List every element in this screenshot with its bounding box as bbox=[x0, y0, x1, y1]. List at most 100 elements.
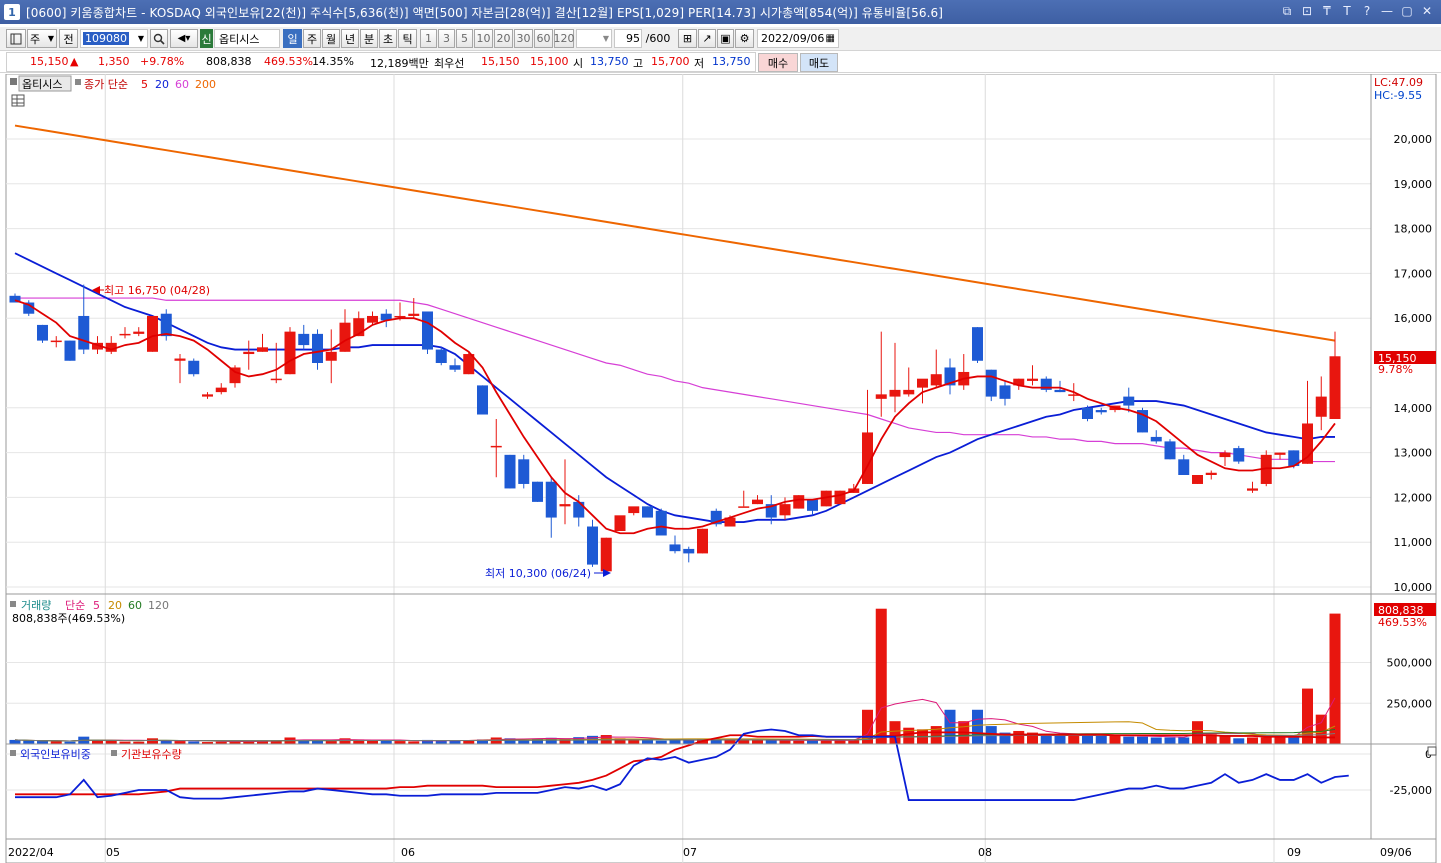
search-icon[interactable] bbox=[150, 29, 168, 48]
date-input[interactable]: 2022/09/06 ▦ bbox=[757, 29, 839, 48]
candle-body bbox=[119, 333, 131, 336]
candle-body bbox=[518, 459, 530, 484]
candle-body bbox=[655, 510, 667, 536]
turnover-percent: 14.35% bbox=[312, 55, 354, 68]
toolbar: 주 ▼ 전 109080 ▼ ◀▾ 신 옵티시스 일 주 월 년 분 초 틱 1… bbox=[0, 27, 1441, 51]
draw-line-icon[interactable]: ↗ bbox=[698, 29, 716, 48]
candle-body bbox=[628, 506, 640, 514]
indicator-badge[interactable]: 신 bbox=[200, 29, 213, 48]
minimize-icon[interactable]: — bbox=[1379, 3, 1395, 19]
price-axis-label: 16,000 bbox=[1394, 312, 1433, 325]
save-icon[interactable]: ▣ bbox=[717, 29, 734, 48]
candle-body bbox=[64, 340, 76, 361]
volume-bar bbox=[820, 740, 832, 744]
window-title: [0600] 키움종합차트 - KOSDAQ 외국인보유[22(천)] 주식수[… bbox=[26, 5, 944, 20]
minute-unit-60[interactable]: 60 bbox=[534, 29, 553, 48]
candle-body bbox=[50, 340, 62, 343]
candle-body bbox=[1095, 410, 1107, 413]
volume-bar bbox=[642, 740, 653, 744]
close-icon[interactable]: ✕ bbox=[1419, 3, 1435, 19]
candle-body bbox=[1219, 452, 1231, 458]
period-day[interactable]: 일 bbox=[283, 29, 302, 48]
candle-body bbox=[532, 481, 543, 502]
price-axis-label: 17,000 bbox=[1394, 267, 1433, 280]
period-minute[interactable]: 분 bbox=[360, 29, 378, 48]
candle-body bbox=[999, 385, 1011, 399]
link-window-icon[interactable]: ⧉ bbox=[1279, 3, 1295, 19]
buy-button[interactable]: 매수 bbox=[758, 53, 798, 72]
minute-unit-120[interactable]: 120 bbox=[554, 29, 575, 48]
volume-marker-icon bbox=[10, 601, 16, 607]
price-axis-label: 18,000 bbox=[1394, 223, 1433, 236]
price-axis-label: 19,000 bbox=[1394, 178, 1433, 191]
minute-unit-30[interactable]: 30 bbox=[514, 29, 533, 48]
ma200-legend: 200 bbox=[195, 78, 216, 91]
panel-marker-icon bbox=[10, 78, 17, 85]
period-second[interactable]: 초 bbox=[379, 29, 397, 48]
minute-unit-20[interactable]: 20 bbox=[494, 29, 513, 48]
gear-glyph-icon: ⚙ bbox=[739, 32, 750, 45]
title-bar: 1 [0600] 키움종합차트 - KOSDAQ 외국인보유[22(천)] 주식… bbox=[0, 0, 1441, 24]
ma-legend-label: 종가 단순 bbox=[84, 78, 128, 91]
volume-bar bbox=[1233, 738, 1245, 744]
candle-body bbox=[985, 369, 997, 397]
crosshair-glyph-icon: ⊞ bbox=[682, 32, 693, 45]
candle-body bbox=[587, 526, 598, 565]
volume-percent: 469.53% bbox=[264, 55, 313, 68]
collapse-panel-icon[interactable] bbox=[1427, 746, 1437, 756]
candle-body bbox=[1274, 452, 1286, 455]
chart-layout-icon[interactable] bbox=[6, 29, 26, 48]
candle-body bbox=[449, 365, 461, 370]
change-percent: +9.78% bbox=[140, 55, 185, 68]
minute-unit-3[interactable]: 3 bbox=[438, 29, 455, 48]
period-month[interactable]: 월 bbox=[322, 29, 340, 48]
text-icon[interactable]: T bbox=[1339, 3, 1355, 19]
help-icon[interactable]: ? bbox=[1359, 3, 1375, 19]
minute-unit-5[interactable]: 5 bbox=[456, 29, 473, 48]
calendar-icon: ▦ bbox=[825, 33, 835, 44]
code-input[interactable]: 109080 ▼ bbox=[80, 29, 148, 48]
layout-glyph-icon bbox=[10, 33, 22, 44]
maximize-icon[interactable]: ▢ bbox=[1399, 3, 1415, 19]
candle-body bbox=[490, 445, 502, 448]
count-input[interactable]: 95 bbox=[614, 29, 642, 48]
chart-area[interactable]: 20,000 19,000 18,000 17,000 16,000 14,000 13,0… bbox=[0, 74, 1441, 863]
pin-icon[interactable]: ₸ bbox=[1319, 3, 1335, 19]
volume-bar bbox=[724, 740, 736, 744]
custom-unit-select[interactable]: ▼ bbox=[576, 29, 612, 48]
volume-bar bbox=[1082, 735, 1093, 744]
minute-unit-1[interactable]: 1 bbox=[420, 29, 437, 48]
market-select[interactable]: 주 ▼ bbox=[27, 29, 57, 48]
settings-gear-icon[interactable]: ⚙ bbox=[735, 29, 754, 48]
prev-button[interactable]: 전 bbox=[59, 29, 78, 48]
candle-body bbox=[367, 315, 378, 323]
window-screen-icon[interactable]: ⊡ bbox=[1299, 3, 1315, 19]
crosshair-icon[interactable]: ⊞ bbox=[678, 29, 697, 48]
candle-body bbox=[188, 360, 200, 375]
candle-body bbox=[1027, 378, 1038, 381]
current-volume-pct-label: 469.53% bbox=[1378, 616, 1427, 629]
candle-body bbox=[1315, 396, 1327, 417]
volume-bar bbox=[1315, 714, 1327, 744]
window-number: 1 bbox=[4, 4, 20, 20]
chevron-down-icon: ▼ bbox=[602, 34, 609, 43]
stock-legend-name: 옵티시스 bbox=[22, 78, 62, 91]
candle-body bbox=[559, 504, 571, 507]
candle-body bbox=[1054, 389, 1066, 393]
period-tick[interactable]: 틱 bbox=[398, 29, 417, 48]
sell-button[interactable]: 매도 bbox=[800, 53, 838, 72]
holding-axis-label: -25,000 bbox=[1390, 784, 1432, 797]
table-icon[interactable] bbox=[11, 94, 25, 107]
price-change: 1,350 bbox=[98, 55, 130, 68]
period-year[interactable]: 년 bbox=[341, 29, 359, 48]
period-week[interactable]: 주 bbox=[303, 29, 321, 48]
x-axis-label: 05 bbox=[106, 846, 120, 859]
lc-label: LC:47.09 bbox=[1374, 76, 1423, 89]
candle-body bbox=[174, 358, 186, 361]
minute-unit-10[interactable]: 10 bbox=[474, 29, 493, 48]
candle-body bbox=[793, 495, 805, 509]
candle-body bbox=[147, 315, 158, 352]
x-axis-label: 09 bbox=[1287, 846, 1301, 859]
sound-icon[interactable]: ◀▾ bbox=[170, 29, 198, 48]
current-pct-marker-label: 9.78% bbox=[1378, 363, 1413, 376]
